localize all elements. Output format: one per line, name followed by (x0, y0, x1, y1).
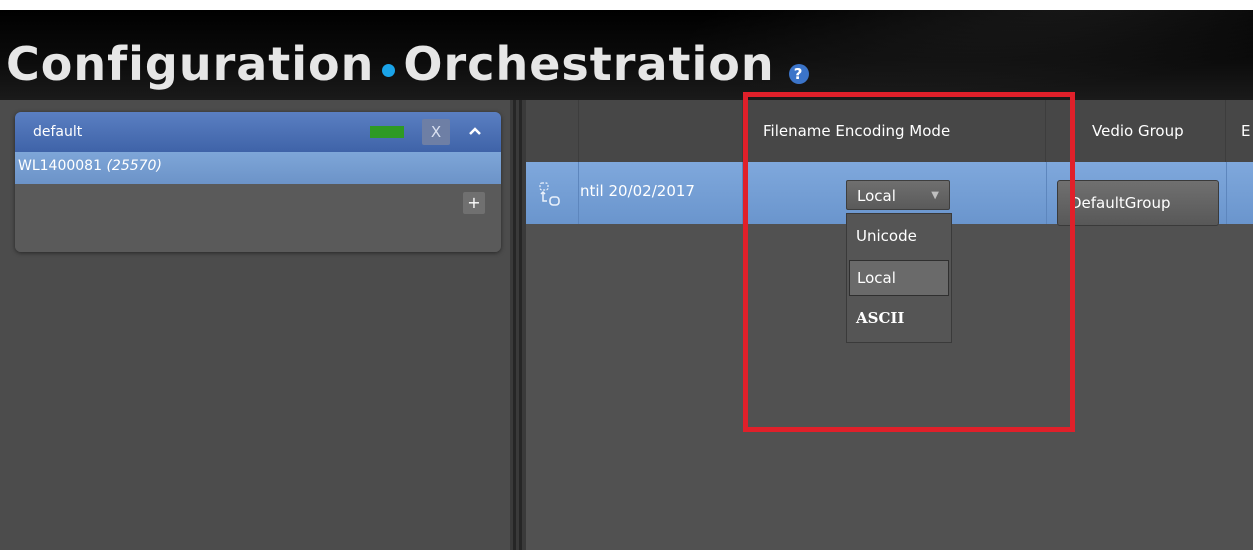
encoding-option-ascii[interactable]: ASCII (849, 300, 949, 336)
server-list-item[interactable]: WL1400081 (25570) (15, 152, 501, 184)
encoding-option-unicode[interactable]: Unicode (849, 218, 949, 254)
orchestration-window: Configuration Orchestration ? default X … (0, 10, 1253, 550)
column-header-e[interactable]: E (1226, 100, 1253, 162)
encoding-options-list: Unicode Local ASCII (846, 213, 952, 343)
filename-encoding-select[interactable]: Local ▼ (846, 180, 950, 210)
orchestration-grid: Filename Encoding Mode Vedio Group E nti… (526, 100, 1253, 550)
encoding-selected-value: Local (857, 187, 896, 205)
link-node-icon[interactable] (538, 182, 560, 206)
panel-splitter[interactable] (510, 100, 526, 550)
group-footer: + (15, 184, 501, 252)
add-server-button[interactable]: + (463, 192, 485, 214)
group-status-indicator (370, 126, 404, 138)
splitter-line (519, 100, 522, 550)
column-header-video-group[interactable]: Vedio Group (1046, 100, 1226, 162)
splitter-line (513, 100, 516, 550)
column-header-icon[interactable] (526, 100, 579, 162)
dropdown-caret-icon: ▼ (931, 190, 939, 201)
page-title: Configuration Orchestration ? (6, 36, 809, 92)
row-date-cell: ntil 20/02/2017 (578, 162, 743, 224)
row-extra-cell (1226, 162, 1253, 224)
group-header[interactable]: default X (15, 112, 501, 152)
valid-until-date: ntil 20/02/2017 (580, 182, 695, 200)
group-name: default (33, 124, 83, 140)
remove-group-button[interactable]: X (422, 119, 450, 145)
grid-header: Filename Encoding Mode Vedio Group E (526, 100, 1253, 163)
node-link-icon (539, 182, 560, 206)
server-count: (25570) (106, 158, 162, 174)
video-group-button[interactable]: DefaultGroup (1057, 180, 1219, 226)
server-groups-panel: default X WL1400081 (25570) + (0, 100, 512, 550)
row-icon-cell (526, 162, 579, 224)
title-part-configuration: Configuration (6, 37, 375, 91)
help-icon[interactable]: ? (788, 64, 809, 84)
collapse-chevron-icon[interactable] (465, 122, 485, 142)
title-part-orchestration: Orchestration (403, 37, 775, 91)
server-label: WL1400081 (25570) (18, 158, 162, 174)
title-bar: Configuration Orchestration ? (0, 10, 1253, 143)
column-header-filename-encoding-mode[interactable]: Filename Encoding Mode (742, 100, 1046, 162)
title-separator-dot (382, 63, 396, 77)
encoding-option-local[interactable]: Local (849, 260, 949, 296)
server-group-card: default X WL1400081 (25570) + (15, 112, 501, 252)
column-header-date[interactable] (578, 100, 743, 162)
server-id: WL1400081 (18, 158, 102, 174)
chevron-up-icon (469, 127, 481, 135)
